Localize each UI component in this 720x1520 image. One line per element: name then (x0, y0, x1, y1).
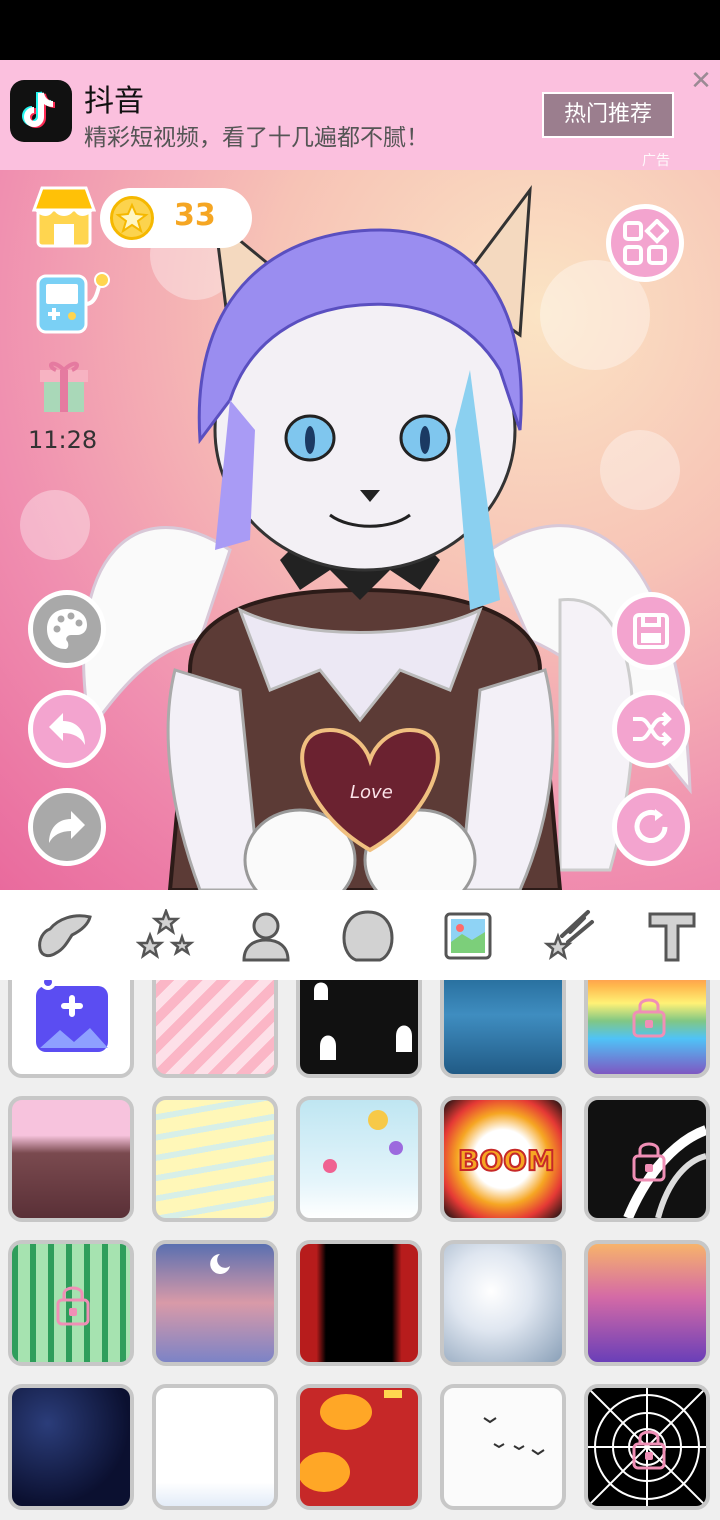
tile-white-waves[interactable] (152, 1384, 278, 1510)
save-icon (633, 613, 669, 649)
palette-button[interactable] (28, 590, 106, 668)
heart-love-text: Love (350, 782, 393, 803)
ad-description: 精彩短视频，看了十几遍都不腻！ (84, 125, 429, 151)
tile-birds-white[interactable] (440, 1384, 566, 1510)
head-icon (342, 910, 394, 962)
ad-cta-button[interactable]: 热门推荐 (542, 92, 674, 138)
tile-red-curtain[interactable] (296, 1240, 422, 1366)
tab-body[interactable] (234, 906, 298, 966)
tab-effects[interactable] (536, 906, 600, 966)
status-bar (0, 0, 720, 60)
save-button[interactable] (612, 592, 690, 670)
reset-button[interactable] (612, 788, 690, 866)
tile-black-swirl[interactable] (584, 1096, 710, 1222)
ad-mark: 广告 (642, 153, 670, 169)
stars-icon (136, 909, 195, 959)
tiktok-logo-icon (10, 80, 72, 142)
tile-yellow-waves[interactable] (152, 1096, 278, 1222)
undo-button[interactable] (28, 690, 106, 768)
tile-balloons-sky[interactable] (296, 1096, 422, 1222)
category-toolbar (0, 890, 720, 980)
ad-close-icon[interactable]: ✕ (688, 68, 714, 94)
text-icon (648, 912, 696, 962)
palette-icon (47, 609, 87, 649)
undo-icon (49, 713, 85, 745)
gift-timer: 11:28 (28, 426, 98, 454)
tile-purple-sparkle[interactable] (584, 1240, 710, 1366)
tile-starry-night[interactable] (8, 1384, 134, 1510)
shuffle-icon (633, 711, 672, 747)
tile-ghosts-black[interactable] (296, 980, 422, 1078)
tile-spider-web[interactable] (584, 1384, 710, 1510)
tab-head[interactable] (336, 906, 400, 966)
tile-boom-comic[interactable]: BOOM (440, 1096, 566, 1222)
gameboy-icon[interactable] (34, 270, 114, 336)
tile-silver-bokeh[interactable] (440, 1240, 566, 1366)
boom-text: BOOM (458, 1144, 555, 1177)
refresh-icon (634, 809, 668, 843)
person-icon (242, 912, 290, 962)
lock-icon (632, 1430, 666, 1470)
tile-moon-clouds[interactable] (152, 1240, 278, 1366)
tile-rainbow[interactable] (584, 980, 710, 1078)
gift-icon[interactable] (38, 356, 90, 414)
lock-icon (632, 1142, 666, 1182)
ad-banner[interactable]: 抖音 精彩短视频，看了十几遍都不腻！ 热门推荐 ✕ 广告 (0, 60, 720, 170)
wings-icon (38, 914, 92, 958)
tile-pink-stripes[interactable] (152, 980, 278, 1078)
tile-underwater-blue[interactable] (440, 980, 566, 1078)
character-canvas: Love 33 11:28 (0, 170, 720, 890)
ad-app-name: 抖音 (84, 84, 144, 119)
background-grid: BOOM (0, 980, 720, 1520)
lock-icon (56, 1286, 90, 1326)
redo-icon (49, 811, 85, 843)
tab-text[interactable] (640, 906, 704, 966)
tab-accessories[interactable] (134, 906, 198, 966)
redo-button[interactable] (28, 788, 106, 866)
tile-add-custom-background[interactable] (8, 980, 134, 1078)
tile-bamboo[interactable] (8, 1240, 134, 1366)
tile-pink-rock[interactable] (8, 1096, 134, 1222)
add-image-icon (36, 980, 108, 1052)
shuffle-button[interactable] (612, 690, 690, 768)
coin-count: 33 (174, 198, 216, 233)
tab-background[interactable] (436, 906, 500, 966)
background-icon (444, 912, 492, 960)
tile-red-lanterns[interactable] (296, 1384, 422, 1510)
lock-icon (632, 998, 666, 1038)
shop-icon[interactable] (31, 184, 97, 250)
coin-star-icon (110, 196, 154, 240)
more-apps-button[interactable] (606, 204, 684, 282)
coin-balance: 33 (100, 188, 252, 248)
shooting-star-icon (543, 910, 594, 960)
grid-apps-icon (623, 219, 669, 265)
tab-wings[interactable] (32, 906, 96, 966)
